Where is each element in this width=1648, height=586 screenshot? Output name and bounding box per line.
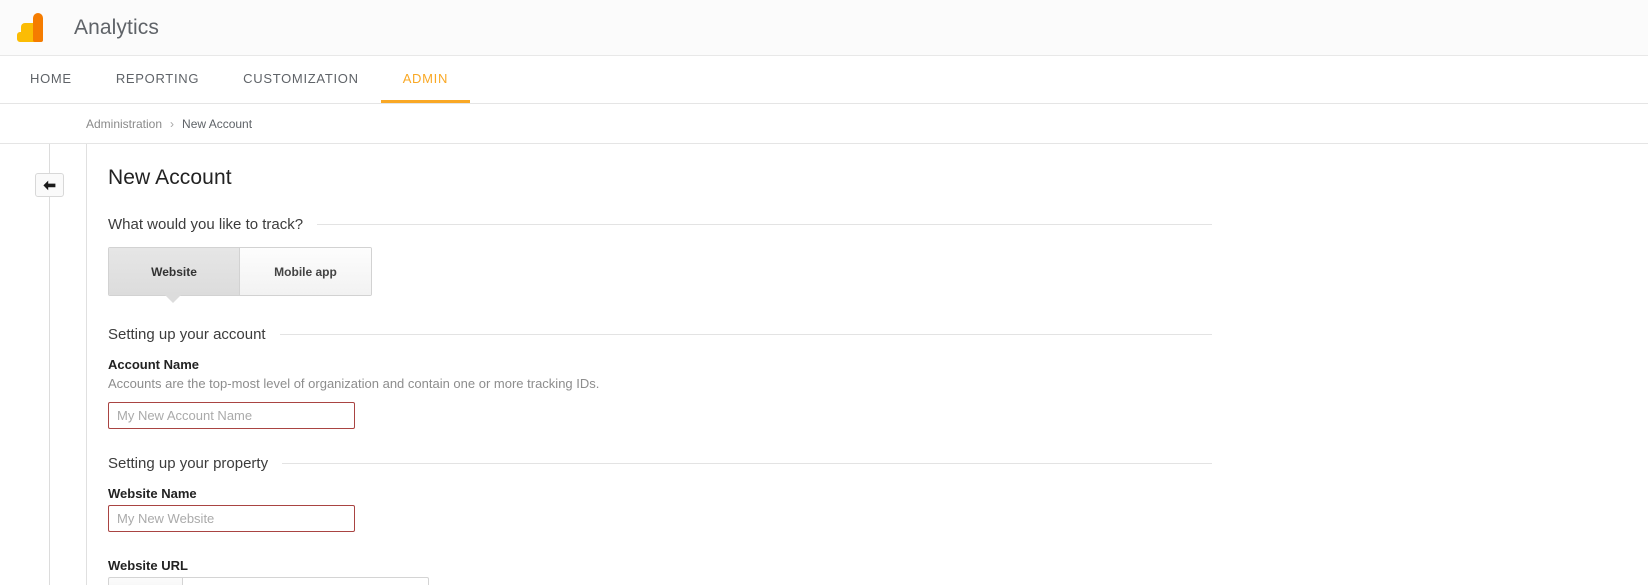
section-rule <box>279 334 1212 335</box>
property-section-label: Setting up your property <box>108 455 269 472</box>
google-analytics-logo <box>14 11 48 45</box>
arrow-left-icon <box>42 179 57 192</box>
breadcrumb-administration[interactable]: Administration <box>86 117 162 131</box>
app-title: Analytics <box>74 15 159 39</box>
track-question-label: What would you like to track? <box>108 216 304 233</box>
website-url-field-block: Website URL http:// <box>108 558 1648 585</box>
tab-home[interactable]: HOME <box>8 56 94 103</box>
tab-customization[interactable]: CUSTOMIZATION <box>221 56 381 103</box>
section-rule <box>317 224 1212 225</box>
section-rule <box>282 463 1212 464</box>
sidebar-collapse-button[interactable] <box>35 173 64 197</box>
tab-admin[interactable]: ADMIN <box>380 56 471 103</box>
primary-nav: HOME REPORTING CUSTOMIZATION ADMIN <box>0 56 1648 104</box>
website-name-field-block: Website Name <box>108 486 1648 532</box>
website-name-label: Website Name <box>108 486 197 501</box>
account-name-label: Account Name <box>108 357 200 372</box>
protocol-value: http:// <box>120 585 153 586</box>
website-name-input[interactable] <box>108 505 355 532</box>
analytics-admin-page: Analytics HOME REPORTING CUSTOMIZATION A… <box>0 0 1648 586</box>
account-section-heading: Setting up your account <box>108 326 1212 343</box>
website-url-label: Website URL <box>108 558 188 573</box>
property-section-heading: Setting up your property <box>108 455 1212 472</box>
account-name-field-block: Account Name Accounts are the top-most l… <box>108 357 1648 429</box>
account-section-label: Setting up your account <box>108 326 266 343</box>
track-question-heading: What would you like to track? <box>108 216 1212 233</box>
page-title: New Account <box>108 166 232 189</box>
account-name-input[interactable] <box>108 402 355 429</box>
body-area: New Account What would you like to track… <box>0 144 1648 585</box>
account-name-description: Accounts are the top-most level of organ… <box>108 376 600 391</box>
breadcrumb: Administration › New Account <box>0 104 1648 144</box>
website-url-row: http:// <box>108 577 1648 585</box>
rail-divider <box>49 144 50 585</box>
track-type-selector: Website Mobile app <box>108 247 372 303</box>
website-url-input[interactable] <box>182 577 429 585</box>
track-option-mobile-app[interactable]: Mobile app <box>240 248 371 295</box>
tab-reporting[interactable]: REPORTING <box>94 56 221 103</box>
breadcrumb-separator: › <box>170 116 175 131</box>
breadcrumb-new-account: New Account <box>182 116 253 131</box>
selected-option-caret <box>164 294 182 303</box>
top-bar: Analytics <box>0 0 1648 56</box>
main-content: New Account What would you like to track… <box>87 144 1648 585</box>
sidebar-rail <box>0 144 87 585</box>
protocol-select[interactable]: http:// <box>108 577 182 585</box>
track-option-website[interactable]: Website <box>109 248 240 295</box>
